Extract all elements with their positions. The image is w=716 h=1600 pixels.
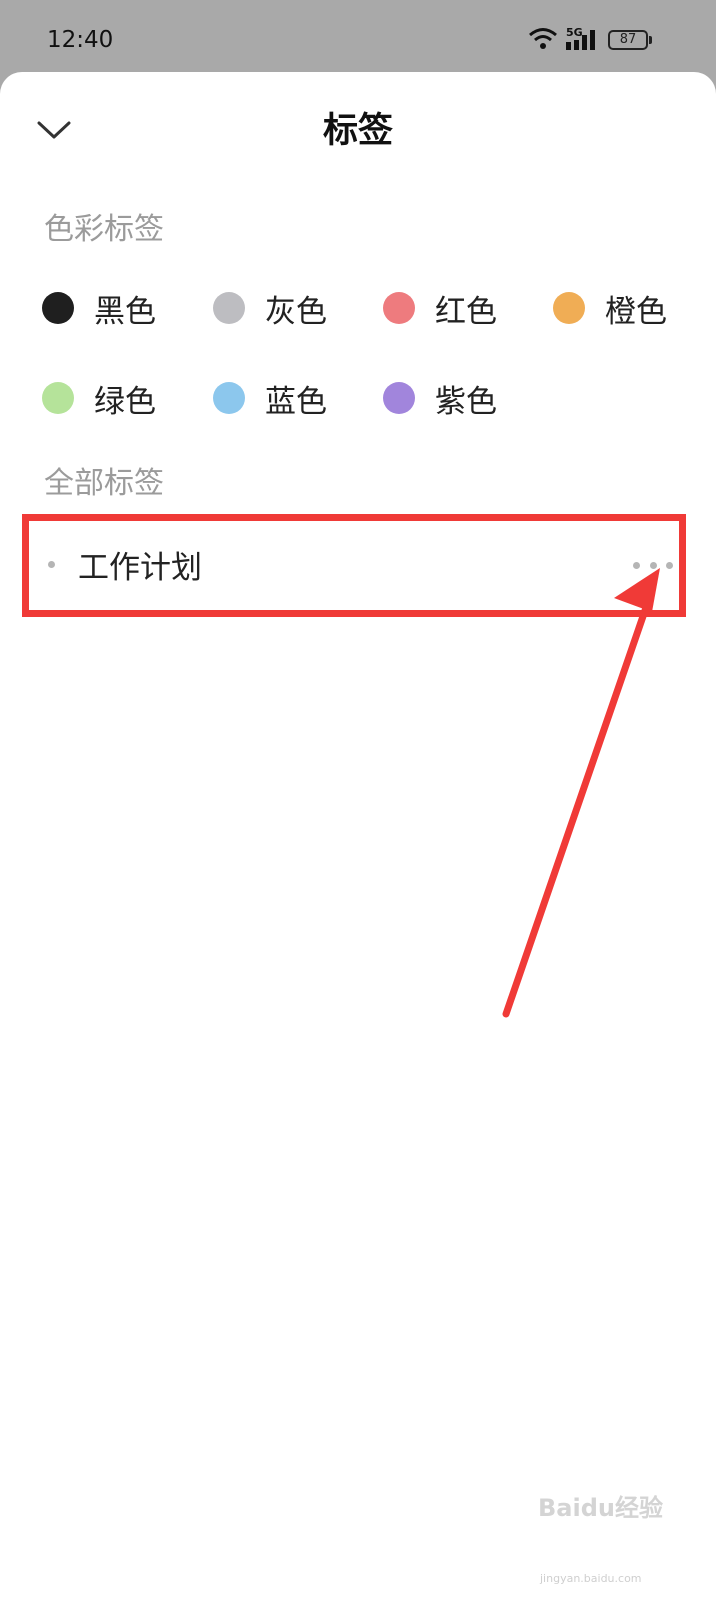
- tag-name: 工作计划: [78, 550, 202, 586]
- color-dot-black: [42, 292, 74, 324]
- color-tag-label: 红色: [435, 293, 497, 330]
- color-dot-orange: [553, 292, 585, 324]
- color-tag-orange[interactable]: 橙色: [553, 278, 667, 338]
- page-title: 标签: [322, 111, 393, 151]
- color-tag-blue[interactable]: 蓝色: [213, 368, 327, 428]
- color-tag-label: 灰色: [265, 293, 327, 330]
- color-tag-gray[interactable]: 灰色: [213, 278, 327, 338]
- color-tag-label: 绿色: [94, 383, 156, 420]
- color-dot-blue: [213, 382, 245, 414]
- color-section-title: 色彩标签: [44, 212, 164, 247]
- color-tag-purple[interactable]: 紫色: [383, 368, 497, 428]
- status-bar: 12:40 5G 87: [0, 0, 716, 72]
- watermark: Baidu经验: [538, 1494, 663, 1522]
- all-tags-section-title: 全部标签: [44, 466, 164, 501]
- tag-row-highlighted[interactable]: 工作计划: [22, 514, 686, 617]
- color-tag-label: 橙色: [605, 293, 667, 330]
- more-horizontal-icon: [649, 561, 657, 569]
- color-dot-green: [42, 382, 74, 414]
- wifi-icon: [529, 28, 557, 49]
- color-tag-label: 紫色: [435, 383, 497, 420]
- more-horizontal-icon: [666, 561, 673, 569]
- color-dot-purple: [383, 382, 415, 414]
- color-dot-red: [383, 292, 415, 324]
- color-tag-label: 蓝色: [265, 383, 327, 420]
- color-tag-red[interactable]: 红色: [383, 278, 497, 338]
- battery-icon: 87: [608, 30, 648, 50]
- color-dot-gray: [213, 292, 245, 324]
- color-tag-label: 黑色: [94, 293, 156, 330]
- watermark-url: jingyan.baidu.com: [540, 1572, 642, 1585]
- battery-tip: [649, 36, 652, 44]
- color-tag-black[interactable]: 黑色: [42, 278, 156, 338]
- battery-level: 87: [619, 32, 637, 47]
- status-time: 12:40: [47, 27, 114, 53]
- more-horizontal-icon: [633, 561, 640, 569]
- tag-bullet: [48, 561, 55, 568]
- tag-sheet: 标签 色彩标签 黑色 灰色 红色 橙色 绿色 蓝色 紫色 全部标签 工作计划: [0, 72, 716, 1600]
- color-tag-green[interactable]: 绿色: [42, 368, 156, 428]
- more-options-button[interactable]: [633, 555, 673, 575]
- signal-icon: [566, 30, 595, 50]
